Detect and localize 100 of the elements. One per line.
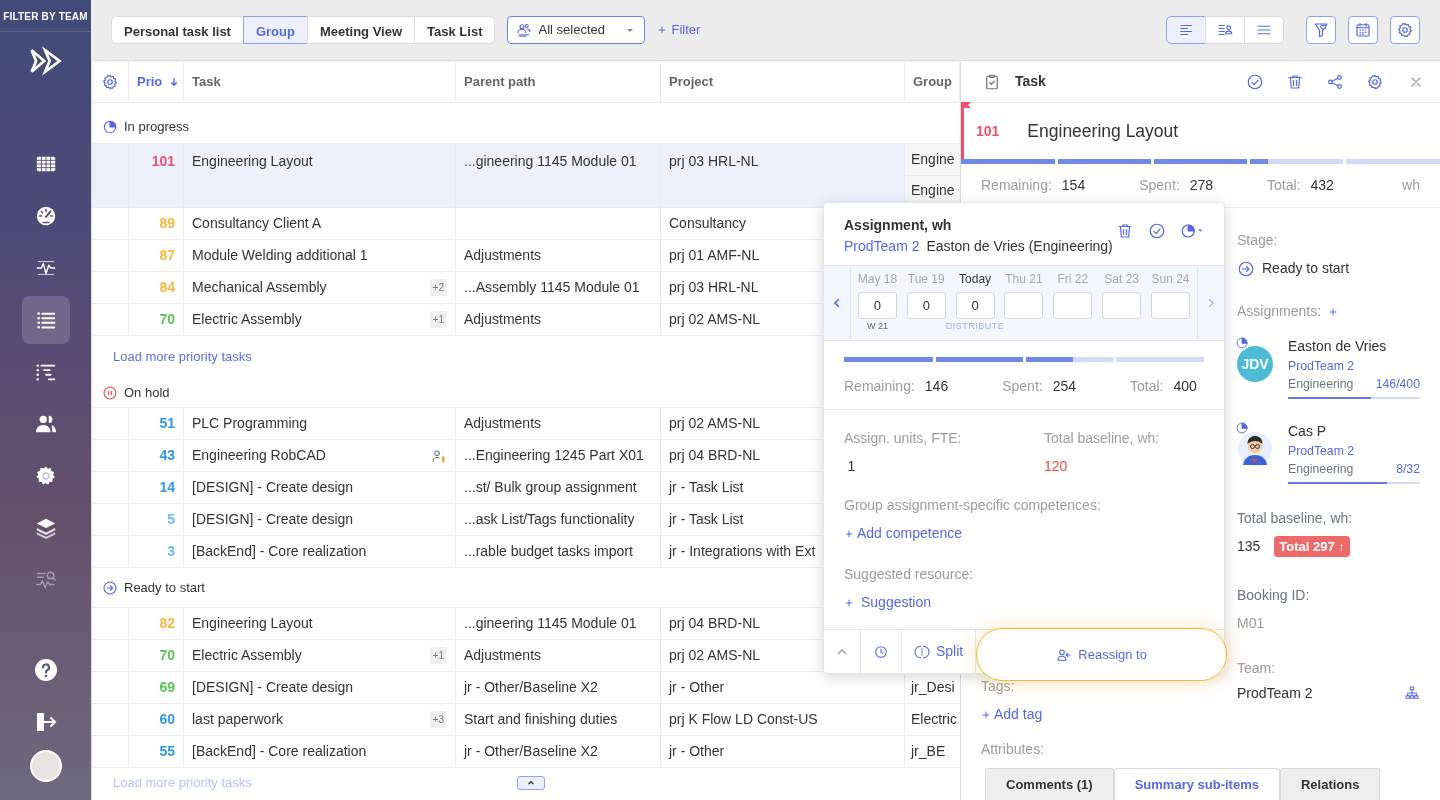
day-hours-input[interactable]: 0	[906, 292, 946, 319]
view-tab[interactable]: Task List	[414, 16, 496, 44]
add-tag-link[interactable]: Add tag	[981, 704, 1043, 725]
load-more-link[interactable]: Load more priority tasks	[113, 347, 252, 367]
view-tab[interactable]: Group	[242, 16, 308, 44]
share-icon	[1326, 72, 1344, 91]
assignee-name: Cas P	[1288, 421, 1328, 441]
stat-label: Total:	[1267, 176, 1301, 195]
settings-button[interactable]	[1390, 16, 1420, 44]
suggestion-link[interactable]: Suggestion	[844, 592, 932, 613]
progress-pie-icon	[1235, 336, 1249, 350]
table-cell-text: ...gineering 1145 Module 01	[464, 152, 637, 171]
list-icon	[34, 309, 57, 331]
stat-value: 400	[1173, 377, 1197, 396]
column-header[interactable]: Task	[192, 71, 221, 92]
table-cell-text: Adjustments	[464, 310, 542, 329]
week-label: W 21	[866, 320, 888, 333]
priority-number: 89	[159, 214, 175, 233]
table-cell-text: jr - Other/Baseline X2	[464, 678, 598, 697]
indented-list-icon	[34, 361, 57, 383]
filter-button[interactable]	[1306, 16, 1336, 44]
layers-icon	[34, 517, 57, 539]
avatar-initials: JDV	[1237, 346, 1273, 382]
split-button[interactable]: Split	[902, 630, 977, 673]
sidebar-nav-item[interactable]	[21, 296, 70, 344]
calendar-button[interactable]	[1348, 16, 1378, 44]
view-tab[interactable]: Meeting View	[306, 16, 416, 44]
baseline-value: 120	[1044, 457, 1069, 476]
share-button[interactable]	[1326, 72, 1344, 91]
day-hours-input[interactable]	[1053, 292, 1093, 319]
column-header[interactable]: Prio	[137, 71, 163, 92]
department-label: Engineering	[1288, 376, 1354, 394]
table-cell-text: ...st/ Bulk group assignment	[464, 478, 637, 497]
view-tab[interactable]: Personal task list	[111, 16, 244, 44]
stat-label: Spent:	[1002, 377, 1043, 396]
day-label: Sun 24	[1151, 271, 1190, 288]
clipboard-icon	[983, 72, 1001, 91]
table-cell-text: prj 01 AMF-NL	[669, 246, 760, 265]
search-chart-icon	[34, 569, 57, 591]
collapse-button[interactable]	[516, 776, 545, 790]
column-header[interactable]: Group	[913, 71, 952, 92]
priority-number: 3	[167, 542, 175, 561]
panel-title: Task	[1015, 72, 1047, 91]
day-label: Today	[959, 271, 992, 288]
panel-tab[interactable]: Comments (1)	[985, 767, 1114, 800]
field-label: Team:	[1237, 659, 1277, 678]
table-cell-text: prj 02 AMS-NL	[669, 310, 761, 329]
gauge-icon	[34, 205, 57, 227]
add-assignment-button[interactable]	[1328, 306, 1339, 317]
delete-button[interactable]	[1116, 222, 1134, 240]
hierarchy-icon	[1404, 685, 1420, 701]
day-hours-input[interactable]	[1004, 292, 1044, 319]
complete-button[interactable]	[1148, 222, 1166, 240]
assignee-label: Easton de Vries (Engineering)	[926, 237, 1113, 256]
total-badge: Total 297 ↑	[1274, 535, 1350, 557]
count-badge: +3	[429, 711, 447, 728]
stat-value: 432	[1310, 176, 1334, 195]
column-header[interactable]: Parent path	[464, 71, 536, 92]
table-cell-text: [DESIGN] - Create design	[192, 678, 354, 697]
progress-menu-button[interactable]	[1180, 222, 1204, 240]
department-label: Engineering	[1288, 461, 1354, 479]
field-label: Stage:	[1237, 231, 1279, 250]
team-select[interactable]: All selected	[507, 16, 646, 44]
day-hours-input[interactable]: 0	[857, 292, 897, 319]
layout-button[interactable]	[1166, 16, 1206, 44]
day-hours-input[interactable]	[1102, 292, 1142, 319]
panel-tab[interactable]: Relations	[1279, 767, 1381, 800]
day-hours-input[interactable]: 0	[955, 292, 995, 319]
user-avatar[interactable]	[29, 750, 62, 782]
reassign-button[interactable]: Reassign to	[976, 628, 1227, 681]
team-link[interactable]: ProdTeam 2	[1288, 441, 1420, 461]
team-value: ProdTeam 2	[1237, 683, 1313, 703]
column-settings-icon[interactable]	[101, 72, 119, 91]
field-label: Assign. units, FTE:	[844, 429, 963, 448]
hours-value: 8/32	[1396, 461, 1420, 479]
settings-button[interactable]	[1366, 72, 1384, 91]
field-label: Total baseline, wh:	[1237, 508, 1354, 528]
day-label: Thu 21	[1005, 271, 1043, 288]
column-header[interactable]: Project	[669, 71, 714, 92]
table-cell-text: [DESIGN] - Create design	[192, 510, 354, 529]
team-link[interactable]: ProdTeam 2	[1288, 357, 1420, 376]
progress-pie-icon	[1235, 420, 1249, 435]
team-hierarchy-button[interactable]	[1404, 685, 1420, 701]
complete-button[interactable]	[1246, 72, 1264, 91]
table-cell-text: Engineering Layout	[192, 152, 313, 171]
task-title: Engineering Layout	[1027, 119, 1179, 143]
filter-link[interactable]: Filter	[657, 20, 701, 40]
sort-arrow-icon	[169, 76, 180, 87]
table-cell-text: jr - Other	[669, 678, 725, 697]
delete-button[interactable]	[1286, 72, 1304, 91]
add-competence-link[interactable]: Add competence	[844, 523, 963, 544]
calendar-icon	[1354, 21, 1372, 39]
settings-icon	[1366, 72, 1384, 91]
team-link[interactable]: ProdTeam 2	[844, 236, 920, 257]
table-cell-text: Electric Assembly	[192, 646, 302, 665]
avatar-cartoon-icon	[1237, 430, 1273, 467]
day-hours-input[interactable]	[1151, 292, 1190, 319]
check-circle-icon	[1246, 72, 1264, 91]
field-label: Booking ID:	[1237, 586, 1311, 605]
panel-tab[interactable]: Summary sub-items	[1113, 767, 1280, 800]
